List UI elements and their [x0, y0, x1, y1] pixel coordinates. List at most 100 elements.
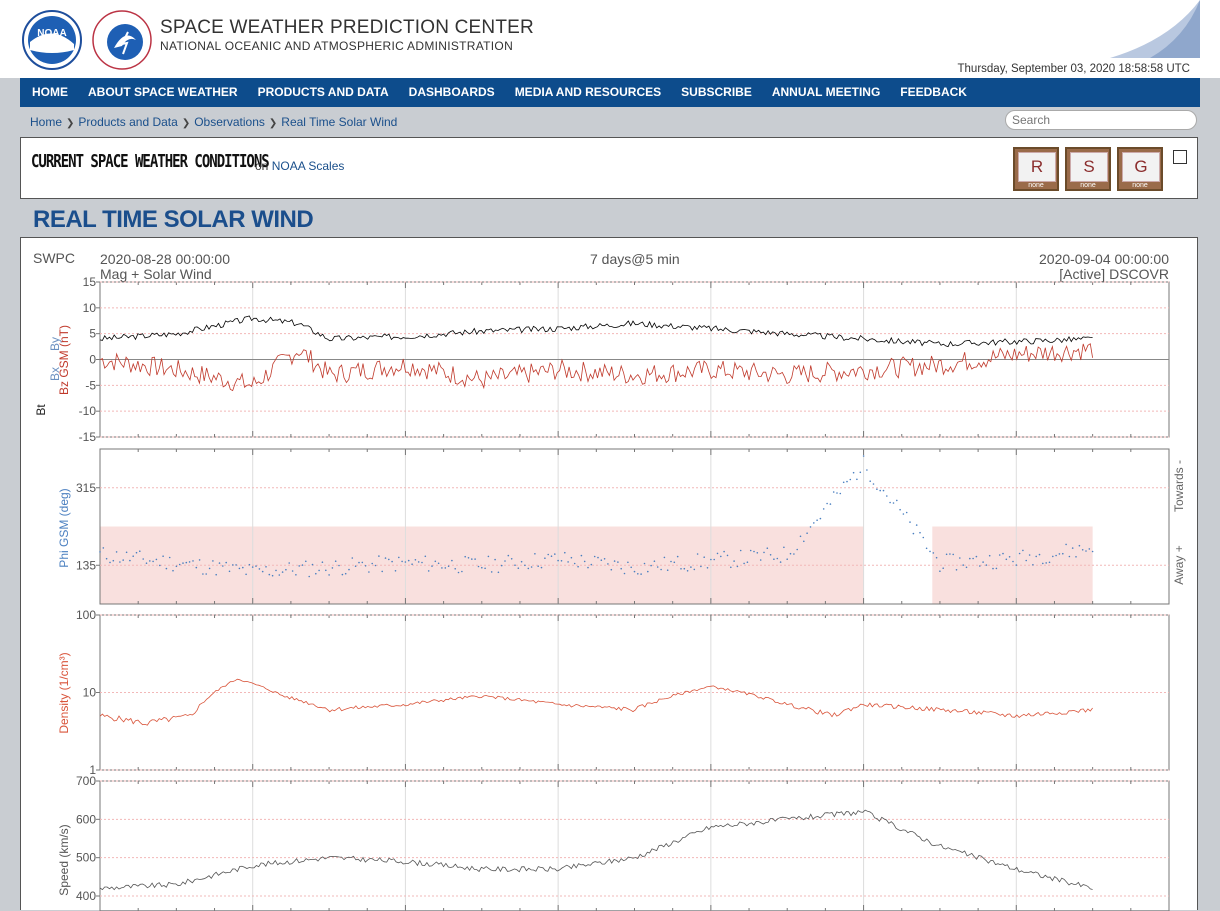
phi-point: [1078, 544, 1081, 547]
nav-annual-meeting[interactable]: ANNUAL MEETING: [762, 78, 890, 107]
noaa-scales-link[interactable]: NOAA Scales: [272, 159, 345, 173]
bt-series-line: [99, 315, 1093, 348]
popout-icon[interactable]: [1173, 150, 1187, 164]
phi-point: [769, 554, 772, 556]
phi-point: [291, 570, 294, 572]
phi-point: [716, 552, 719, 555]
phi-point: [806, 532, 808, 534]
nav-feedback[interactable]: FEEDBACK: [890, 78, 977, 107]
phi-point: [152, 560, 154, 563]
phi-point: [1071, 547, 1074, 549]
phi-point: [524, 564, 526, 567]
phi-panel-ytick-label: 135: [76, 558, 96, 572]
phi-point: [979, 565, 981, 567]
current-datetime: Thursday, September 03, 2020 18:58:58 UT…: [957, 63, 1190, 75]
phi-point: [866, 469, 868, 471]
nav-home[interactable]: HOME: [20, 78, 78, 107]
breadcrumb-current[interactable]: Real Time Solar Wind: [281, 115, 397, 129]
search-input[interactable]: [1005, 110, 1197, 130]
scale-s-badge[interactable]: Snone: [1065, 147, 1111, 191]
phi-point: [487, 555, 490, 558]
phi-point: [102, 547, 105, 549]
site-header: NOAA SPACE WEATHER PREDICTION CENTER NAT…: [0, 0, 1220, 78]
nav-about[interactable]: ABOUT SPACE WEATHER: [78, 78, 248, 107]
phi-point: [939, 570, 941, 572]
phi-point: [899, 508, 901, 511]
phi-point: [129, 559, 131, 562]
scale-r-badge[interactable]: Rnone: [1013, 147, 1059, 191]
page-title: REAL TIME SOLAR WIND: [33, 206, 314, 233]
phi-point: [490, 571, 493, 573]
phi-point: [192, 560, 194, 562]
away-label: Away +: [1172, 545, 1186, 584]
phi-point: [537, 565, 539, 567]
phi-point: [404, 561, 407, 563]
bz-axis-label: Bz GSM (nT): [57, 325, 71, 395]
phi-point: [149, 560, 151, 562]
phi-point: [119, 561, 121, 563]
phi-point: [208, 567, 211, 570]
phi-point: [998, 554, 1001, 556]
phi-point: [587, 566, 589, 569]
breadcrumb-observations[interactable]: Observations: [194, 115, 265, 129]
main-nav: HOME ABOUT SPACE WEATHER PRODUCTS AND DATA…: [20, 78, 1200, 107]
phi-point: [700, 565, 702, 568]
nav-media[interactable]: MEDIA AND RESOURCES: [505, 78, 671, 107]
phi-point: [982, 561, 984, 563]
phi-point: [1055, 554, 1057, 557]
phi-point: [268, 573, 271, 576]
phi-point: [826, 502, 828, 505]
phi-point: [882, 489, 885, 492]
phi-point: [281, 571, 284, 573]
phi-point: [145, 562, 148, 564]
phi-point: [985, 564, 988, 566]
phi-point: [836, 492, 838, 494]
phi-point: [109, 561, 111, 564]
phi-point: [527, 567, 530, 570]
bt-axis-label: Bt: [34, 404, 48, 416]
phi-point: [172, 569, 174, 572]
phi-point: [710, 558, 712, 561]
phi-point: [846, 480, 848, 483]
phi-point: [251, 566, 254, 568]
phi-point: [1058, 553, 1061, 555]
speed-panel-ytick-label: 700: [76, 774, 96, 788]
phi-point: [763, 551, 765, 554]
phi-point: [839, 492, 842, 495]
phi-point: [723, 550, 725, 553]
phi-point: [876, 488, 878, 490]
density-panel-ytick-label: 10: [83, 686, 97, 700]
noaa-logo[interactable]: NOAA: [22, 10, 82, 70]
phi-point: [112, 559, 115, 562]
phi-point: [670, 560, 672, 563]
phi-point: [311, 563, 314, 566]
towards-label: Towards -: [1172, 460, 1186, 512]
phi-point: [348, 568, 350, 571]
phi-point: [610, 568, 613, 571]
nws-logo[interactable]: [92, 10, 152, 70]
phi-point: [766, 547, 769, 549]
phi-point: [720, 555, 722, 558]
nav-subscribe[interactable]: SUBSCRIBE: [671, 78, 762, 107]
phi-point: [1012, 560, 1014, 563]
scale-g-badge[interactable]: Gnone: [1117, 147, 1163, 191]
nav-dashboards[interactable]: DASHBOARDS: [399, 78, 505, 107]
phi-point: [351, 557, 354, 559]
phi-point: [965, 566, 968, 569]
phi-point: [361, 561, 364, 564]
phi-point: [620, 567, 622, 570]
phi-point: [859, 471, 862, 474]
phi-point: [394, 570, 397, 572]
phi-point: [305, 560, 307, 563]
phi-point: [358, 561, 360, 564]
phi-point: [315, 572, 317, 575]
by-axis-label: By: [48, 337, 62, 351]
breadcrumb-products[interactable]: Products and Data: [78, 115, 177, 129]
phi-point: [600, 559, 603, 561]
nav-products[interactable]: PRODUCTS AND DATA: [248, 78, 399, 107]
phi-point: [218, 562, 221, 564]
phi-point: [437, 562, 440, 565]
mag-panel-ytick-label: -10: [79, 404, 97, 418]
breadcrumb-home[interactable]: Home: [30, 115, 62, 129]
phi-point: [819, 517, 822, 520]
